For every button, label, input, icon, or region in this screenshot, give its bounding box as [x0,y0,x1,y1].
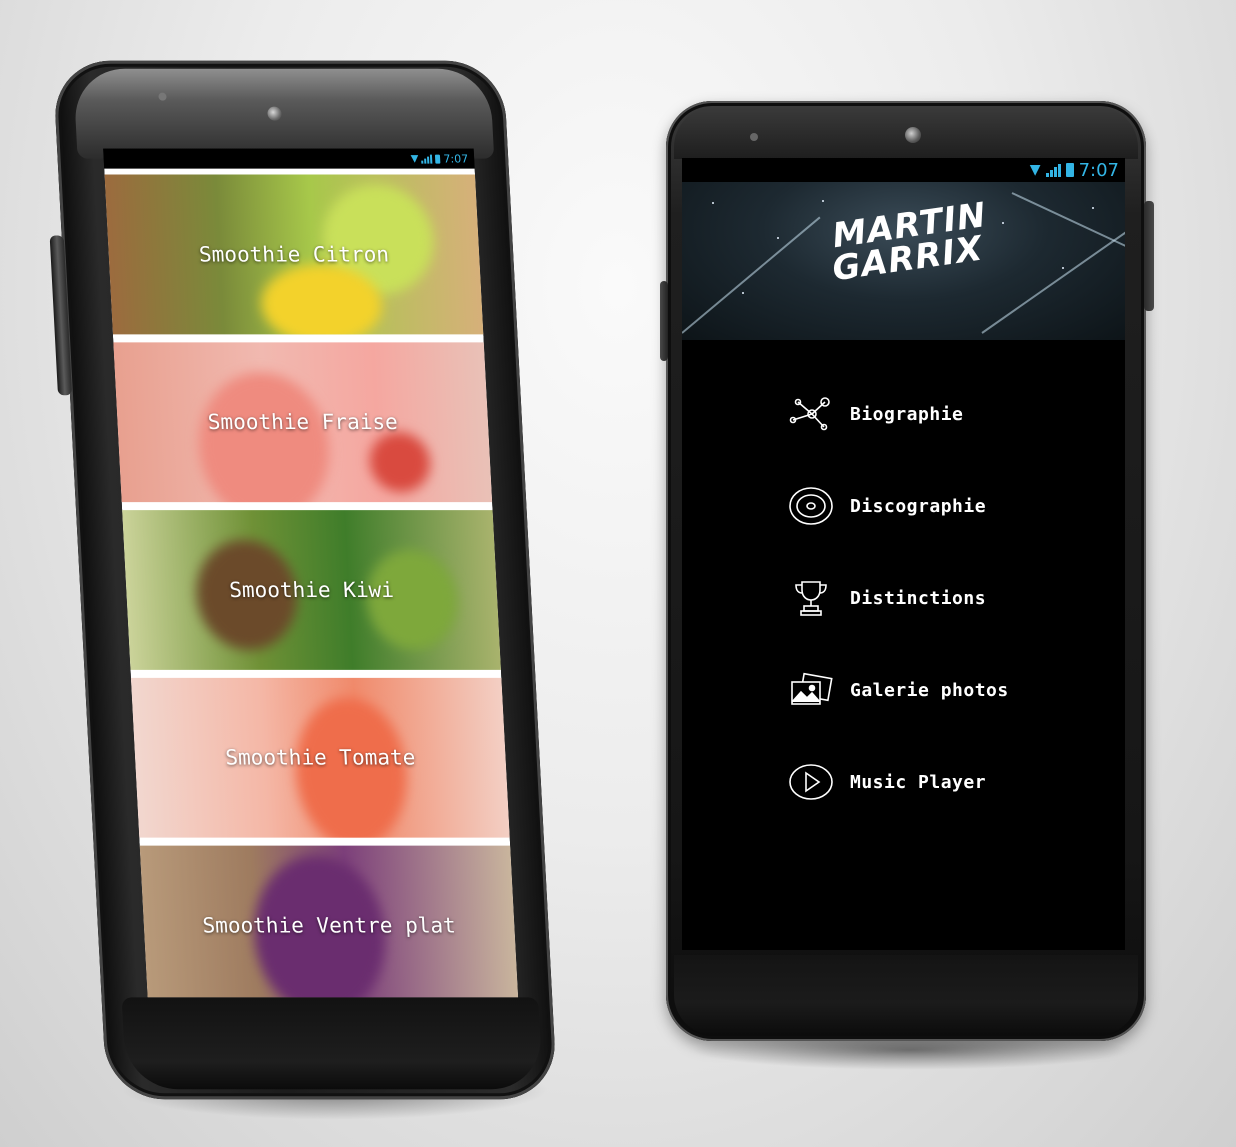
star-light [822,200,824,202]
main-menu: Biographie Discographie Distinctions Gal… [788,368,1009,828]
status-time: 7:07 [443,152,469,166]
header-banner: MARTIN GARRIX [682,182,1125,340]
menu-label: Biographie [850,403,964,425]
star-light [1002,222,1004,224]
signal-icon [421,154,433,164]
smoothie-list: Smoothie Citron Smoothie Fraise Smoothie… [104,168,519,998]
play-icon [788,762,834,802]
proximity-sensor [158,92,167,101]
network-icon [788,394,834,434]
star-light [1092,207,1094,209]
front-camera [267,106,282,121]
battery-icon [1065,163,1074,177]
menu-item-galerie-photos[interactable]: Galerie photos [788,644,1009,736]
signal-icon [1045,163,1061,177]
photos-icon [788,670,834,710]
light-beam [682,216,821,334]
trophy-icon [788,578,834,618]
star-light [777,237,779,239]
menu-label: Music Player [850,771,987,793]
smoothie-tile-kiwi[interactable]: Smoothie Kiwi [122,510,501,670]
tile-label: Smoothie Fraise [207,410,399,435]
right-phone: ▼ 7:07 MARTIN GARRIX Biographie Discogra… [660,101,1154,1041]
volume-button[interactable] [660,281,668,361]
menu-item-music-player[interactable]: Music Player [788,736,1009,828]
light-beam [1011,192,1125,262]
left-screen: ▼ 7:07 Smoothie Citron Smoothie Fraise S… [103,148,519,998]
status-bar: ▼ 7:07 [103,148,475,169]
menu-label: Galerie photos [850,679,1009,701]
menu-label: Distinctions [850,587,987,609]
vinyl-disc-icon [788,486,834,526]
smoothie-tile-citron[interactable]: Smoothie Citron [104,174,484,335]
wifi-icon: ▼ [410,153,419,165]
left-phone: ▼ 7:07 Smoothie Citron Smoothie Fraise S… [49,60,558,1100]
fruit-shape [368,432,432,493]
status-bar: ▼ 7:07 [682,158,1125,182]
battery-icon [435,154,441,164]
top-bezel [72,68,495,159]
fruit-shape [194,372,334,503]
star-light [712,202,714,204]
menu-label: Discographie [850,495,987,517]
star-light [1062,267,1064,269]
power-button[interactable] [1144,201,1154,311]
star-light [742,292,744,294]
front-camera [905,127,921,143]
smoothie-tile-tomate[interactable]: Smoothie Tomate [130,677,510,838]
smoothie-tile-ventre-plat[interactable]: Smoothie Ventre plat [139,845,519,998]
status-time: 7:07 [1078,159,1119,181]
top-bezel [674,107,1138,159]
tile-label: Smoothie Ventre plat [201,913,457,938]
bottom-bezel [674,955,1138,1035]
artist-logo: MARTIN GARRIX [830,195,989,302]
smoothie-tile-fraise[interactable]: Smoothie Fraise [113,342,493,503]
tile-label: Smoothie Kiwi [228,578,395,602]
tile-label: Smoothie Citron [198,242,390,267]
menu-item-discographie[interactable]: Discographie [788,460,1009,552]
right-screen: ▼ 7:07 MARTIN GARRIX Biographie Discogra… [682,158,1125,950]
menu-item-biographie[interactable]: Biographie [788,368,1009,460]
bottom-bezel [121,997,543,1090]
wifi-icon: ▼ [1029,162,1041,178]
proximity-sensor [750,133,758,141]
tile-label: Smoothie Tomate [224,745,416,770]
menu-item-distinctions[interactable]: Distinctions [788,552,1009,644]
